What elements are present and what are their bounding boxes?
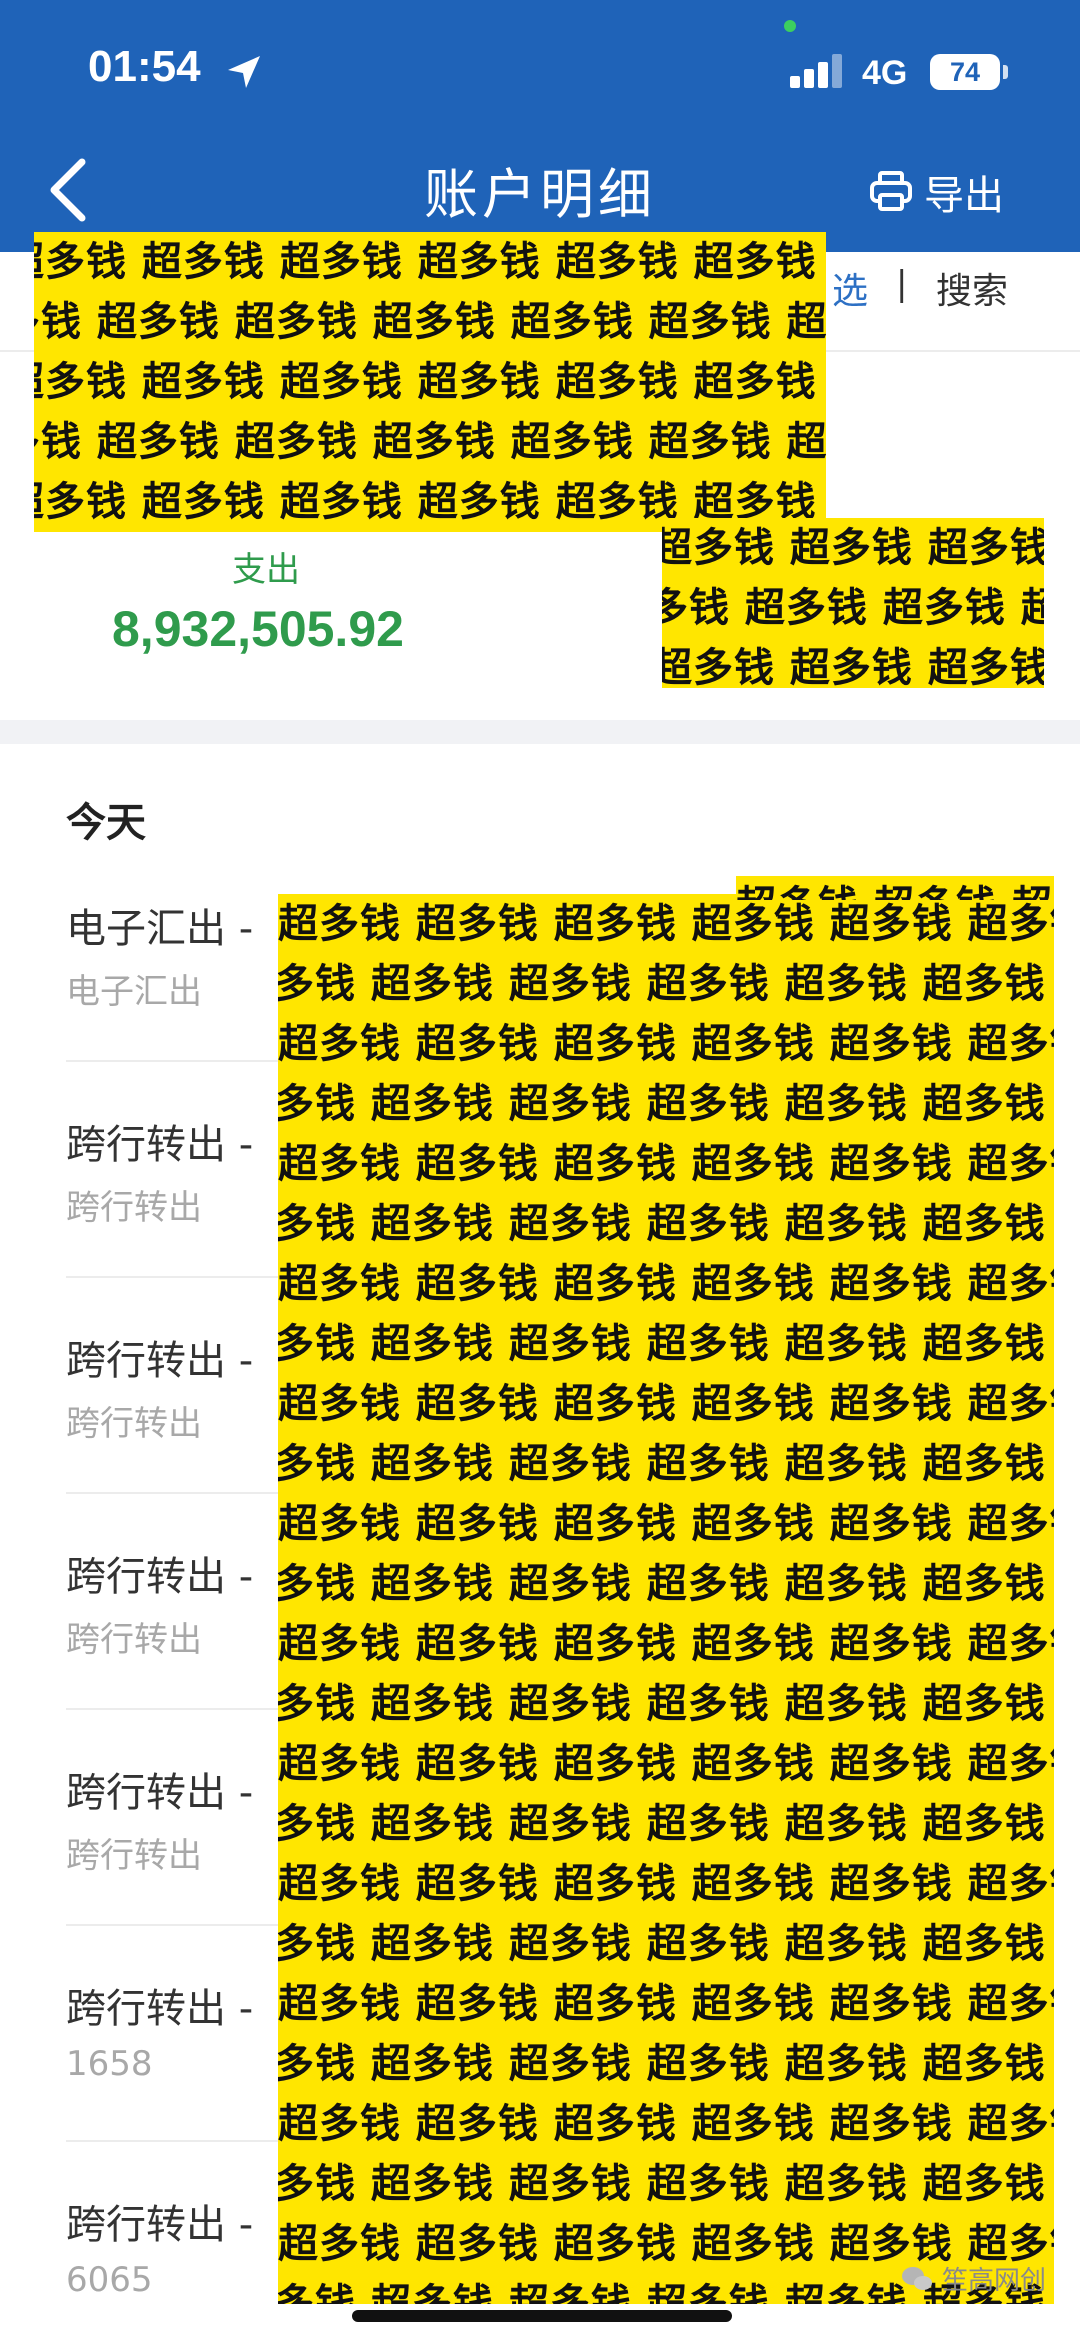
redaction-pattern-line: 超多钱 超多钱 超多钱 超多钱 超多钱 超多钱 超多钱 超多钱 超多钱 超多钱 … [278,1501,1054,1547]
outflow-label: 支出 [232,550,300,590]
redaction-overlay: 超多钱 超多钱 超多钱 超多钱 超多钱 超多钱 超多钱 超多钱 超多钱 超多钱 … [278,894,1054,2304]
home-indicator [352,2310,732,2322]
filter-separator: | [896,264,908,304]
redaction-pattern-line: 超多钱 超多钱 超多钱 超多钱 超多钱 超多钱 超多钱 超多钱 超多钱 超多钱 … [278,1741,1054,1787]
transaction-title: 跨行转出 - [66,2202,254,2248]
row-divider [66,1708,286,1710]
section-divider [0,720,1080,744]
redaction-pattern-line: 超多钱 超多钱 超多钱 超多钱 超多钱 超多钱 超多钱 超多钱 超多钱 超多钱 … [278,2041,1054,2087]
redaction-pattern-line: 超多钱 超多钱 超多钱 超多钱 超多钱 超多钱 超多钱 超多钱 超多钱 超多钱 … [278,1141,1054,1187]
redaction-overlay: 超多钱 超多钱 超多钱 超多钱 超多钱 超多钱 超多钱 超多钱 超多钱 超多钱 … [34,232,826,532]
watermark: 笙高网创 [900,2260,1046,2297]
redaction-pattern-line: 超多钱 超多钱 超多钱 超多钱 超多钱 超多钱 超多钱 超多钱 超多钱 超多钱 … [278,1861,1054,1907]
redaction-pattern-line: 超多钱 超多钱 超多钱 超多钱 超多钱 超多钱 超多钱 超多钱 超多钱 超多钱 … [34,419,826,465]
row-divider [66,1492,286,1494]
redaction-pattern-line: 超多钱 超多钱 超多钱 超多钱 超多钱 超多钱 超多钱 超多钱 超多钱 超多钱 … [278,1021,1054,1067]
printer-icon [870,171,912,211]
signal-icon [790,54,844,88]
transaction-subtitle: 1658 [66,2044,153,2084]
network-type: 4G [862,54,908,92]
redaction-pattern-line: 超多钱 超多钱 超多钱 超多钱 超多钱 超多钱 超多钱 超多钱 超多钱 超多钱 … [662,585,1044,631]
row-divider [66,1276,286,1278]
transaction-title: 跨行转出 - [66,1338,254,1384]
transaction-subtitle: 6065 [66,2260,153,2300]
redaction-pattern-line: 超多钱 超多钱 超多钱 超多钱 超多钱 超多钱 超多钱 超多钱 超多钱 超多钱 … [34,299,826,345]
redaction-pattern-line: 超多钱 超多钱 超多钱 超多钱 超多钱 超多钱 超多钱 超多钱 超多钱 超多钱 … [278,1681,1054,1727]
redaction-pattern-line: 超多钱 超多钱 超多钱 超多钱 超多钱 超多钱 超多钱 超多钱 超多钱 超多钱 … [278,1381,1054,1427]
redaction-pattern-line: 超多钱 超多钱 超多钱 超多钱 超多钱 超多钱 超多钱 超多钱 超多钱 超多钱 … [278,1441,1054,1487]
camera-indicator-dot [784,20,796,32]
redaction-overlay: 超多钱 超多钱 超多钱 超多钱 超多钱 超多钱 超多钱 超多钱 超多钱 超多钱 … [662,518,1044,688]
redaction-pattern-line: 超多钱 超多钱 超多钱 超多钱 超多钱 超多钱 超多钱 超多钱 超多钱 超多钱 … [278,2101,1054,2147]
redaction-pattern-line: 超多钱 超多钱 超多钱 超多钱 超多钱 超多钱 超多钱 超多钱 超多钱 超多钱 … [278,1981,1054,2027]
redaction-pattern-line: 超多钱 超多钱 超多钱 超多钱 超多钱 超多钱 超多钱 超多钱 超多钱 超多钱 … [278,1081,1054,1127]
redaction-pattern-line: 超多钱 超多钱 超多钱 超多钱 超多钱 超多钱 超多钱 超多钱 超多钱 超多钱 … [278,901,1054,947]
export-label: 导出 [924,173,1004,219]
transaction-title: 跨行转出 - [66,1770,254,1816]
row-divider [66,1060,286,1062]
search-button[interactable]: 搜索 [936,262,1008,314]
transaction-title: 电子汇出 - [66,906,254,952]
redaction-pattern-line: 超多钱 超多钱 超多钱 超多钱 超多钱 超多钱 超多钱 超多钱 超多钱 超多钱 … [278,1261,1054,1307]
transaction-title: 跨行转出 - [66,1122,254,1168]
redaction-pattern-line: 超多钱 超多钱 超多钱 超多钱 超多钱 超多钱 超多钱 超多钱 超多钱 超多钱 … [278,1621,1054,1667]
filter-button[interactable]: 选 [832,262,868,314]
redaction-pattern-line: 超多钱 超多钱 超多钱 超多钱 超多钱 超多钱 超多钱 超多钱 超多钱 超多钱 … [278,1801,1054,1847]
watermark-text: 笙高网创 [942,2266,1047,2296]
redaction-pattern-line: 超多钱 超多钱 超多钱 超多钱 超多钱 超多钱 超多钱 超多钱 超多钱 超多钱 … [278,1321,1054,1367]
outflow-value: 8,932,505.92 [112,601,404,657]
redaction-pattern-line: 超多钱 超多钱 超多钱 超多钱 超多钱 超多钱 超多钱 超多钱 超多钱 超多钱 … [278,2161,1054,2207]
day-header: 今天 [66,800,146,846]
redaction-pattern-line: 超多钱 超多钱 超多钱 超多钱 超多钱 超多钱 超多钱 超多钱 超多钱 超多钱 … [662,525,1044,571]
battery-cap [1003,65,1008,79]
redaction-pattern-line: 超多钱 超多钱 超多钱 超多钱 超多钱 超多钱 超多钱 超多钱 超多钱 超多钱 … [34,239,826,285]
transaction-subtitle: 电子汇出 [66,972,202,1012]
transaction-subtitle: 跨行转出 [66,1188,202,1228]
location-arrow-icon [228,56,260,88]
redaction-pattern-line: 超多钱 超多钱 超多钱 超多钱 超多钱 超多钱 超多钱 超多钱 超多钱 超多钱 … [278,1561,1054,1607]
redaction-overlay: 超多钱 超多钱 超多钱 超多钱 超多钱 超多钱 超多钱 超多钱 超多钱 超多钱 … [736,876,1054,900]
chat-bubble-icon [902,2266,932,2290]
redaction-pattern-line: 超多钱 超多钱 超多钱 超多钱 超多钱 超多钱 超多钱 超多钱 超多钱 超多钱 … [278,1201,1054,1247]
export-button[interactable]: 导出 [868,162,1004,222]
transaction-title: 跨行转出 - [66,1554,254,1600]
redaction-pattern-line: 超多钱 超多钱 超多钱 超多钱 超多钱 超多钱 超多钱 超多钱 超多钱 超多钱 … [662,645,1044,688]
transaction-subtitle: 跨行转出 [66,1836,202,1876]
transaction-subtitle: 跨行转出 [66,1404,202,1444]
row-divider [66,2140,286,2142]
redaction-pattern-line: 超多钱 超多钱 超多钱 超多钱 超多钱 超多钱 超多钱 超多钱 超多钱 超多钱 … [34,359,826,405]
status-time: 01:54 [88,42,201,91]
redaction-pattern-line: 超多钱 超多钱 超多钱 超多钱 超多钱 超多钱 超多钱 超多钱 超多钱 超多钱 … [278,1921,1054,1967]
transaction-subtitle: 跨行转出 [66,1620,202,1660]
row-divider [66,1924,286,1926]
transaction-title: 跨行转出 - [66,1986,254,2032]
redaction-pattern-line: 超多钱 超多钱 超多钱 超多钱 超多钱 超多钱 超多钱 超多钱 超多钱 超多钱 … [278,961,1054,1007]
redaction-pattern-line: 超多钱 超多钱 超多钱 超多钱 超多钱 超多钱 超多钱 超多钱 超多钱 超多钱 … [736,876,1054,900]
battery-icon: 74 [930,54,1000,90]
